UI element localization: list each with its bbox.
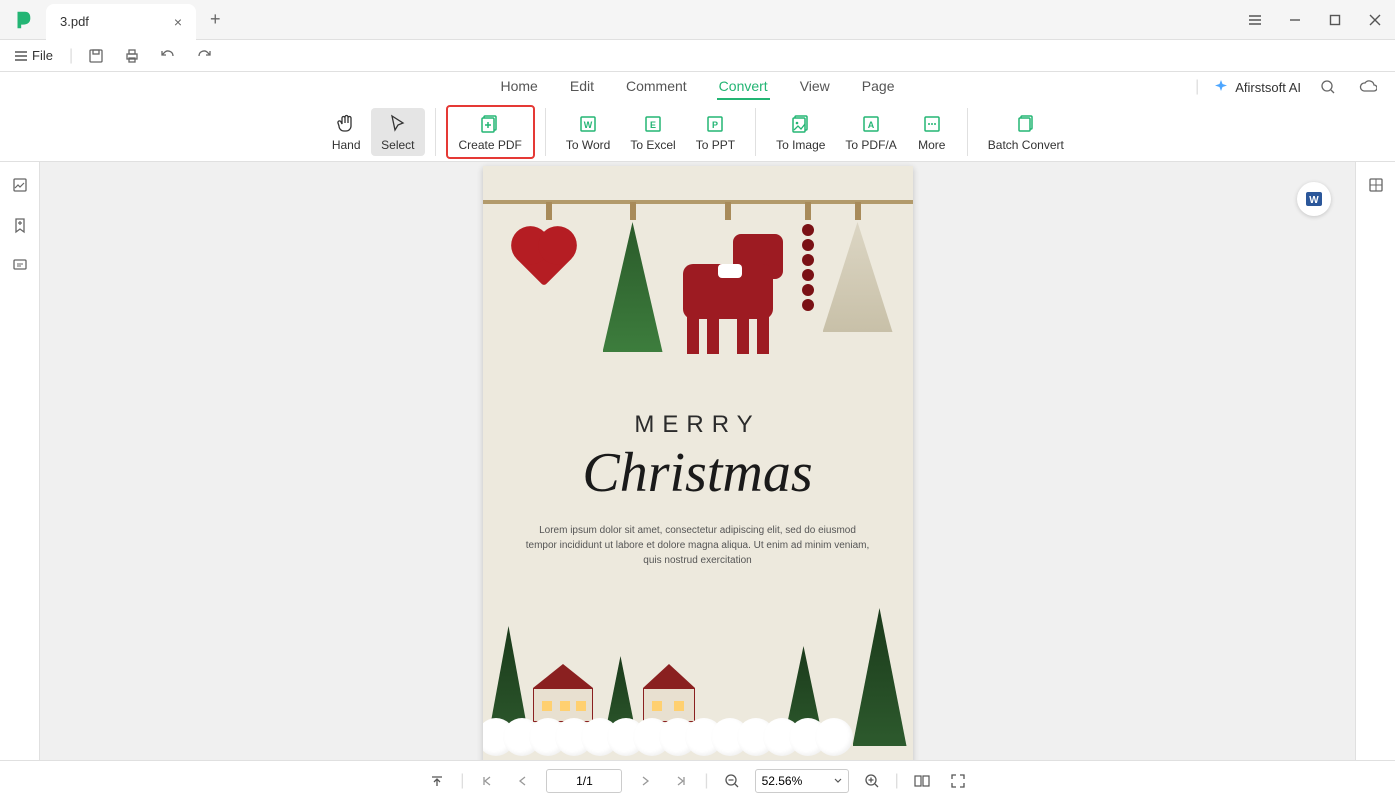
menu-home[interactable]: Home xyxy=(499,74,540,100)
next-page-icon[interactable] xyxy=(632,768,658,794)
svg-text:A: A xyxy=(868,120,875,130)
prev-page-icon[interactable] xyxy=(510,768,536,794)
close-window-button[interactable] xyxy=(1355,0,1395,40)
titlebar: 3.pdf × + xyxy=(0,0,1395,40)
create-pdf-icon xyxy=(478,112,502,136)
save-icon[interactable] xyxy=(83,43,109,69)
sparkle-icon xyxy=(1213,79,1229,95)
excel-icon: E xyxy=(641,112,665,136)
first-page-icon[interactable] xyxy=(474,768,500,794)
menu-view[interactable]: View xyxy=(798,74,832,100)
batch-icon xyxy=(1014,112,1038,136)
hand-icon xyxy=(334,112,358,136)
tab-title: 3.pdf xyxy=(60,14,89,29)
file-menu[interactable]: File xyxy=(8,44,59,67)
properties-icon[interactable] xyxy=(1363,172,1389,198)
to-word-label: To Word xyxy=(566,138,610,152)
minimize-button[interactable] xyxy=(1275,0,1315,40)
menu-edit[interactable]: Edit xyxy=(568,74,596,100)
winter-scene xyxy=(483,596,913,760)
ai-label: Afirstsoft AI xyxy=(1235,80,1301,95)
document-viewport[interactable]: MERRY Christmas Lorem ipsum dolor sit am… xyxy=(40,162,1355,760)
close-tab-icon[interactable]: × xyxy=(174,14,182,30)
batch-convert-label: Batch Convert xyxy=(988,138,1064,152)
select-label: Select xyxy=(381,138,414,152)
zoom-value: 52.56% xyxy=(762,774,803,788)
two-page-view-icon[interactable] xyxy=(909,768,935,794)
select-tool-button[interactable]: Select xyxy=(371,108,424,156)
svg-text:W: W xyxy=(584,120,593,130)
hand-tool-button[interactable]: Hand xyxy=(321,108,371,156)
zoom-out-icon[interactable] xyxy=(719,768,745,794)
cloud-icon[interactable] xyxy=(1355,74,1381,100)
undo-icon[interactable] xyxy=(155,43,181,69)
svg-text:W: W xyxy=(1309,195,1319,206)
print-icon[interactable] xyxy=(119,43,145,69)
left-panel xyxy=(0,162,40,760)
zoom-select[interactable]: 52.56% xyxy=(755,769,849,793)
last-page-icon[interactable] xyxy=(668,768,694,794)
file-label: File xyxy=(32,48,53,63)
filebar: File | xyxy=(0,40,1395,72)
to-image-button[interactable]: To Image xyxy=(766,108,835,156)
menu-convert[interactable]: Convert xyxy=(717,74,770,100)
redo-icon[interactable] xyxy=(191,43,217,69)
to-word-button[interactable]: W To Word xyxy=(556,108,620,156)
pdfa-icon: A xyxy=(859,112,883,136)
add-tab-button[interactable]: + xyxy=(210,9,221,30)
to-pdfa-button[interactable]: A To PDF/A xyxy=(835,108,906,156)
word-doc-icon: W xyxy=(1304,189,1324,209)
maximize-button[interactable] xyxy=(1315,0,1355,40)
floating-word-button[interactable]: W xyxy=(1297,182,1331,216)
search-icon[interactable] xyxy=(1315,74,1341,100)
main-area: MERRY Christmas Lorem ipsum dolor sit am… xyxy=(0,162,1395,760)
page-number-input[interactable] xyxy=(546,769,622,793)
image-icon xyxy=(789,112,813,136)
create-pdf-button[interactable]: Create PDF xyxy=(446,105,535,159)
scroll-top-icon[interactable] xyxy=(424,768,450,794)
to-ppt-label: To PPT xyxy=(696,138,735,152)
to-pdfa-label: To PDF/A xyxy=(845,138,896,152)
bookmark-add-icon[interactable] xyxy=(7,212,33,238)
menubar: Home Edit Comment Convert View Page | Af… xyxy=(0,72,1395,102)
svg-text:E: E xyxy=(650,120,656,130)
statusbar: | | 52.56% | xyxy=(0,760,1395,800)
garland-decoration xyxy=(483,176,913,376)
app-logo xyxy=(8,5,38,35)
hamburger-icon[interactable] xyxy=(1235,0,1275,40)
lorem-text: Lorem ipsum dolor sit amet, consectetur … xyxy=(523,523,873,568)
window-controls xyxy=(1235,0,1395,40)
to-excel-label: To Excel xyxy=(630,138,675,152)
svg-text:P: P xyxy=(712,120,718,130)
pdf-page: MERRY Christmas Lorem ipsum dolor sit am… xyxy=(483,166,913,760)
batch-convert-button[interactable]: Batch Convert xyxy=(978,108,1074,156)
zoom-in-icon[interactable] xyxy=(859,768,885,794)
chevron-down-icon xyxy=(834,777,842,785)
more-button[interactable]: More xyxy=(907,108,957,156)
to-excel-button[interactable]: E To Excel xyxy=(620,108,685,156)
right-panel xyxy=(1355,162,1395,760)
to-ppt-button[interactable]: P To PPT xyxy=(686,108,745,156)
more-icon xyxy=(920,112,944,136)
christmas-text: Christmas xyxy=(523,443,873,505)
create-pdf-label: Create PDF xyxy=(459,138,522,152)
menu-page[interactable]: Page xyxy=(860,74,897,100)
document-tab[interactable]: 3.pdf × xyxy=(46,4,196,40)
to-image-label: To Image xyxy=(776,138,825,152)
ai-button[interactable]: Afirstsoft AI xyxy=(1213,79,1301,95)
cursor-icon xyxy=(386,112,410,136)
menu-comment[interactable]: Comment xyxy=(624,74,689,100)
thumbnails-icon[interactable] xyxy=(7,172,33,198)
hand-label: Hand xyxy=(332,138,361,152)
merry-text: MERRY xyxy=(523,411,873,439)
ribbon: Hand Select Create PDF W To Word E To Ex… xyxy=(0,102,1395,162)
word-icon: W xyxy=(576,112,600,136)
more-label: More xyxy=(918,138,945,152)
fullscreen-icon[interactable] xyxy=(945,768,971,794)
comments-panel-icon[interactable] xyxy=(7,252,33,278)
ppt-icon: P xyxy=(703,112,727,136)
